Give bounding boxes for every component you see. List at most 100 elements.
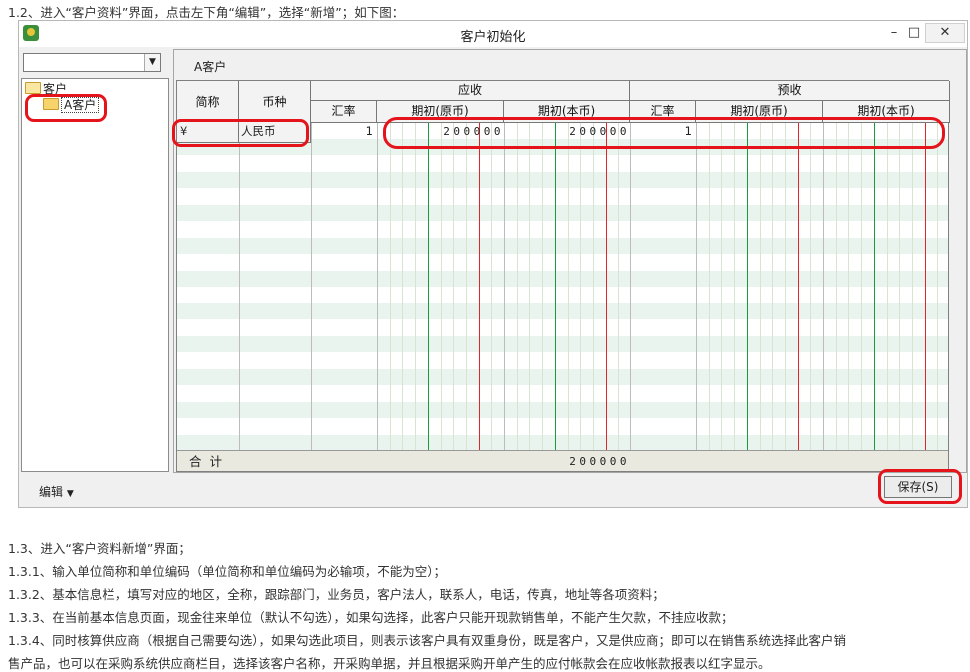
customer-init-window: 客户初始化 – □ ✕ ▼ 客户 A客户 A客户 简称 币种 应收 预收 汇率 … (18, 20, 968, 508)
folder-icon (43, 98, 59, 110)
digit-line (861, 123, 862, 450)
column-divider (630, 123, 631, 450)
total-row: 合 计 200000 (177, 450, 948, 471)
digit-line (836, 123, 837, 450)
doc-line-3: 1.3.2、基本信息栏，填写对应的地区，全称，跟踪部门，业务员，客户法人，联系人… (8, 587, 665, 602)
header-receivable-rate: 汇率 (311, 101, 377, 123)
digit-line (899, 123, 900, 450)
chevron-down-icon[interactable]: ▼ (144, 54, 160, 71)
digit-line (760, 123, 761, 450)
caret-down-icon: ▼ (66, 489, 74, 499)
table-row[interactable] (177, 188, 948, 205)
opening-balance-grid: 简称 币种 应收 预收 汇率 期初(原币) 期初(本币) 汇率 期初(原币) 期… (176, 80, 950, 472)
header-receivable-local: 期初(本币) (504, 101, 630, 123)
digit-line (709, 123, 710, 450)
customer-filter-combo[interactable]: ▼ (23, 53, 161, 72)
table-row[interactable] (177, 385, 948, 402)
edit-menu-button[interactable]: 编辑 ▼ (39, 483, 74, 500)
doc-line-4: 1.3.3、在当前基本信息页面，现金往来单位（默认不勾选），如果勾选择，此客户只… (8, 610, 734, 625)
digit-line (734, 123, 735, 450)
decimal-line (798, 123, 799, 450)
digit-line (390, 123, 391, 450)
title-bar: 客户初始化 – □ ✕ (19, 21, 967, 47)
table-row[interactable] (177, 434, 948, 451)
row1-prepaid-rate[interactable]: 1 (630, 123, 692, 140)
table-row[interactable] (177, 418, 948, 435)
header-prepaid-local: 期初(本币) (823, 101, 950, 123)
digit-line (810, 123, 811, 450)
row1-currency[interactable]: 人民币 (241, 123, 276, 140)
digit-line (887, 123, 888, 450)
thousands-line (555, 123, 556, 450)
column-divider (377, 123, 378, 450)
digit-line (542, 123, 543, 450)
table-row[interactable] (177, 254, 948, 271)
tree-item-a-customer[interactable]: A客户 (43, 97, 100, 113)
table-row[interactable] (177, 336, 948, 353)
customer-name-label: A客户 (194, 60, 227, 74)
digit-line (402, 123, 403, 450)
tree-item-root[interactable]: 客户 (25, 81, 67, 97)
window-title: 客户初始化 (460, 30, 526, 45)
digit-line (937, 123, 938, 450)
decimal-line (606, 123, 607, 450)
table-row[interactable] (177, 287, 948, 303)
column-divider (823, 123, 824, 450)
header-prepaid-original: 期初(原币) (696, 101, 823, 123)
table-row[interactable] (177, 270, 948, 287)
tree-child-label: A客户 (61, 97, 100, 113)
digit-line (721, 123, 722, 450)
decimal-line (925, 123, 926, 450)
decimal-line (479, 123, 480, 450)
digit-line (772, 123, 773, 450)
doc-line-6: 售产品，也可以在采购系统供应商栏目，选择该客户名称，开采购单据，并且根据采购开单… (8, 656, 771, 671)
table-row[interactable] (177, 155, 948, 172)
table-row[interactable] (177, 172, 948, 189)
table-row[interactable] (177, 352, 948, 369)
close-button[interactable]: ✕ (925, 23, 965, 43)
save-button[interactable]: 保存(S) (884, 476, 952, 498)
header-prepaid-rate: 汇率 (630, 101, 696, 123)
table-row[interactable] (177, 205, 948, 221)
doc-top-line: 1.2、进入“客户资料”界面，点击左下角“编辑”，选择“新增”；如下图： (8, 5, 405, 20)
doc-line-5: 1.3.4、同时核算供应商（根据自己需要勾选），如果勾选此项目，则表示该客户具有… (8, 633, 847, 648)
digit-line (580, 123, 581, 450)
folder-open-icon (25, 82, 41, 94)
table-row[interactable] (177, 221, 948, 238)
table-row[interactable] (177, 303, 948, 320)
digit-line (618, 123, 619, 450)
customer-tree: 客户 A客户 (21, 78, 169, 472)
digit-line (453, 123, 454, 450)
table-row[interactable] (177, 369, 948, 385)
digit-line (785, 123, 786, 450)
edit-label: 编辑 (39, 485, 64, 499)
table-row[interactable] (177, 401, 948, 418)
column-divider (311, 123, 312, 450)
row1-rate[interactable]: 1 (311, 123, 373, 140)
row1-short-name[interactable]: ¥ (180, 123, 187, 140)
digit-line (568, 123, 569, 450)
total-label: 合 计 (189, 454, 224, 469)
row1-receivable-original[interactable]: 200000 (377, 123, 504, 140)
column-divider (239, 123, 240, 450)
digit-line (848, 123, 849, 450)
tree-root-label: 客户 (43, 82, 68, 96)
digit-line (466, 123, 467, 450)
doc-line-2: 1.3.1、输入单位简称和单位编码（单位简称和单位编码为必输项，不能为空）； (8, 564, 447, 579)
table-row[interactable] (177, 237, 948, 254)
doc-line-1: 1.3、进入“客户资料新增”界面； (8, 541, 191, 556)
digit-line (912, 123, 913, 450)
maximize-button[interactable]: □ (901, 22, 927, 44)
thousands-line (747, 123, 748, 450)
thousands-line (428, 123, 429, 450)
digit-line (593, 123, 594, 450)
row1-receivable-local[interactable]: 200000 (504, 123, 630, 140)
header-receivable: 应收 (311, 81, 630, 101)
digit-line (517, 123, 518, 450)
column-divider (696, 123, 697, 450)
column-divider (504, 123, 505, 450)
digit-line (491, 123, 492, 450)
table-row[interactable] (177, 319, 948, 336)
digit-line (441, 123, 442, 450)
digit-line (415, 123, 416, 450)
